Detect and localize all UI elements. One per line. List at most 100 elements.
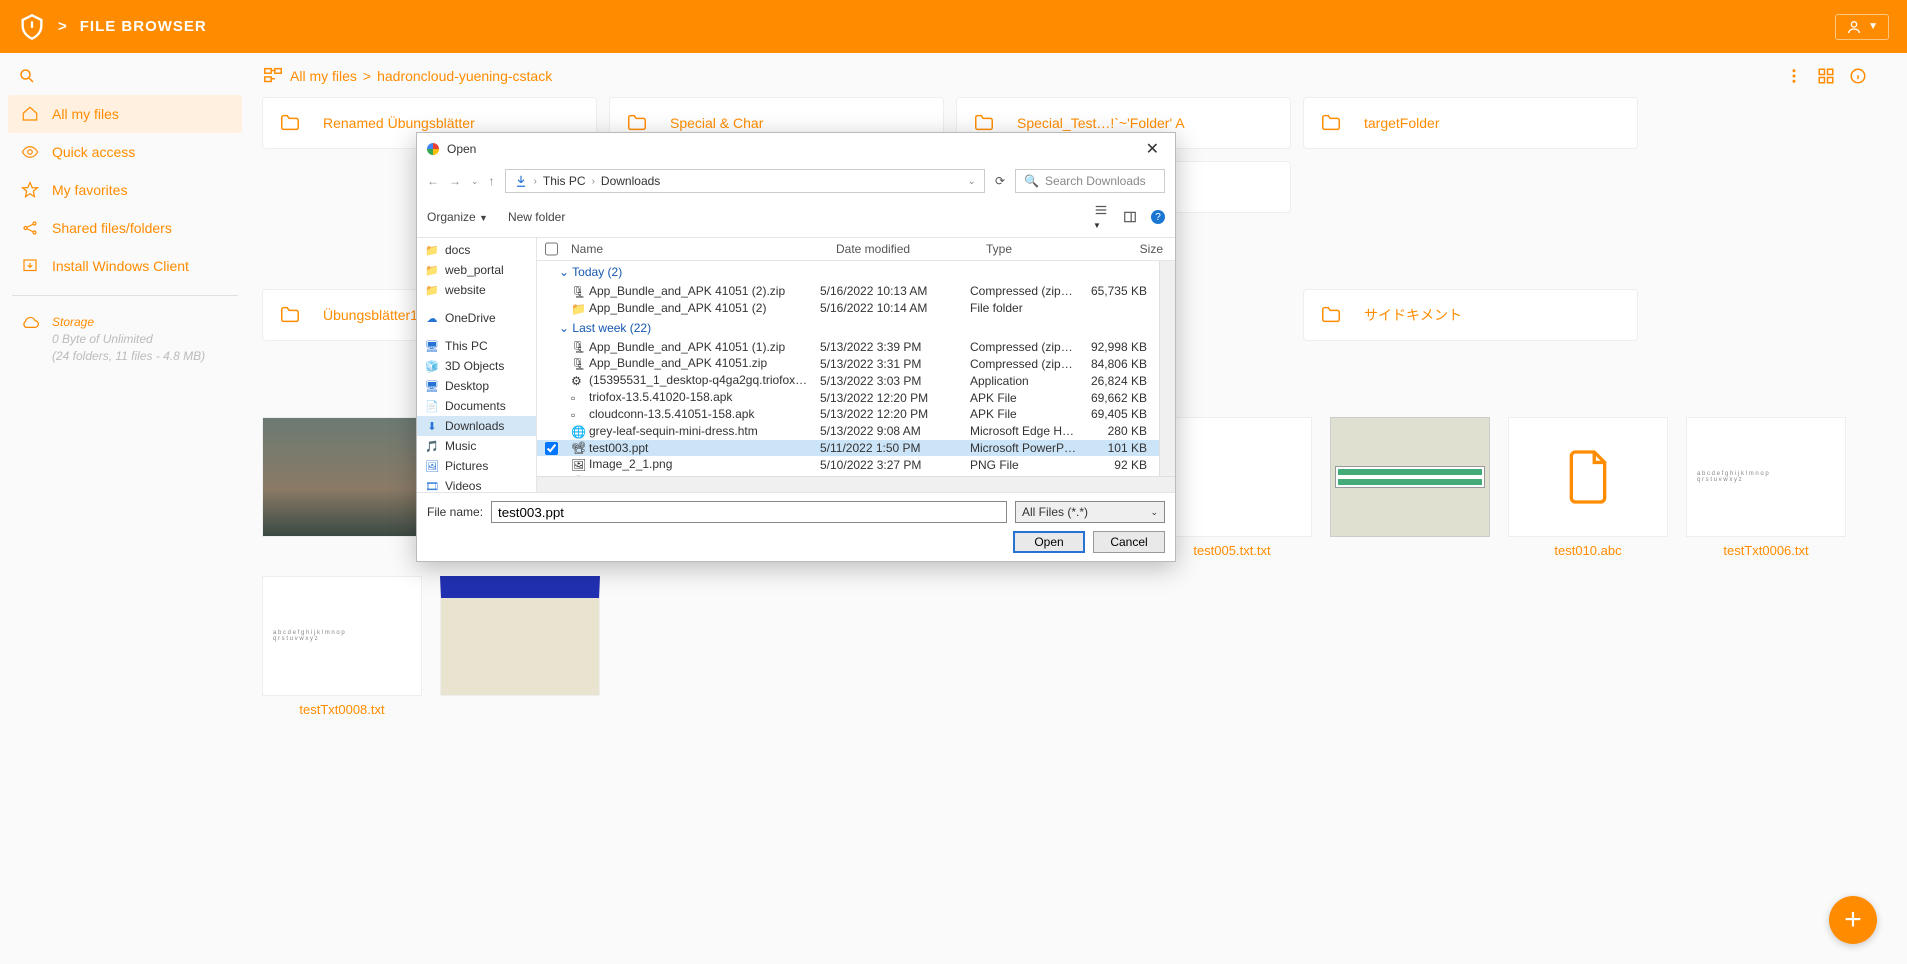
sidebar-item-label: Install Windows Client <box>52 258 189 274</box>
file-card[interactable] <box>440 576 600 717</box>
file-type-value: All Files (*.*) <box>1022 505 1088 519</box>
star-icon <box>20 181 40 199</box>
sidebar-item-install[interactable]: Install Windows Client <box>8 247 242 285</box>
tree-item[interactable]: 📁 website <box>417 280 536 300</box>
col-date[interactable]: Date modified <box>830 242 980 256</box>
list-row[interactable]: 🖼Image_2_1.png5/10/2022 3:27 PMPNG File9… <box>537 456 1159 473</box>
header-left: > FILE BROWSER <box>18 13 207 41</box>
tree-label: website <box>445 283 486 297</box>
open-button[interactable]: Open <box>1013 531 1085 553</box>
cloud-icon <box>20 314 40 334</box>
list-group-header[interactable]: Last week (22) <box>537 317 1159 339</box>
file-type-select[interactable]: All Files (*.*) ⌄ <box>1015 501 1165 523</box>
tree-item[interactable]: ☁OneDrive <box>417 308 536 328</box>
sidebar-item-eye[interactable]: Quick access <box>8 133 242 171</box>
list-row[interactable]: ▫triofox-13.5.41020-158.apk5/13/2022 12:… <box>537 389 1159 406</box>
grid-view-icon[interactable] <box>1817 67 1835 85</box>
tree-item[interactable]: 📄Documents <box>417 396 536 416</box>
tree-item[interactable]: 📁web_portal <box>417 260 536 280</box>
path-dropdown-icon[interactable]: ⌄ <box>968 176 976 187</box>
tree-item[interactable]: 🖥Desktop <box>417 376 536 396</box>
tree-item[interactable]: ⬇Downloads <box>417 416 536 436</box>
path-chev: › <box>592 176 595 187</box>
new-folder-button[interactable]: New folder <box>508 210 565 224</box>
tree-label: Music <box>445 439 476 453</box>
breadcrumb-root[interactable]: All my files <box>290 68 357 84</box>
file-name-input[interactable] <box>491 501 1007 523</box>
list-scrollbar[interactable] <box>1159 261 1175 476</box>
row-size: 65,735 KB <box>1084 284 1159 298</box>
nav-refresh-icon[interactable]: ⟳ <box>995 174 1005 188</box>
list-body[interactable]: Today (2)🗜App_Bundle_and_APK 41051 (2).z… <box>537 261 1159 476</box>
row-type: Compressed (zipped) F… <box>964 284 1084 298</box>
help-icon[interactable]: ? <box>1151 210 1165 224</box>
col-type[interactable]: Type <box>980 242 1100 256</box>
folder-name: サイドキメント <box>1364 305 1462 325</box>
folder-name: Special & Char <box>670 115 763 131</box>
tree-item[interactable]: 🧊3D Objects <box>417 356 536 376</box>
list-group-header[interactable]: Today (2) <box>537 261 1159 283</box>
list-row[interactable]: ⚙(15395531_1_desktop-q4ga2gq.triofox.io_… <box>537 372 1159 389</box>
col-size[interactable]: Size <box>1100 242 1175 256</box>
dialog-tree[interactable]: 📁docs📁web_portal 📁 website ☁OneDrive 🖥This P… <box>417 238 537 492</box>
list-row[interactable]: 📽test003.ppt5/11/2022 1:50 PMMicrosoft P… <box>537 440 1159 457</box>
music-icon: 🎵 <box>425 439 439 453</box>
sidebar-item-share[interactable]: Shared files/folders <box>8 209 242 247</box>
sidebar-search[interactable] <box>8 67 242 95</box>
list-row[interactable]: 📁App_Bundle_and_APK 41051 (2)5/16/2022 1… <box>537 300 1159 317</box>
sidebar-item-star[interactable]: My favorites <box>8 171 242 209</box>
organize-button[interactable]: Organize ▼ <box>427 210 488 224</box>
folder-icon: 📁 <box>425 283 439 297</box>
folder-tile[interactable]: targetFolder <box>1303 97 1638 149</box>
row-checkbox[interactable] <box>545 442 558 455</box>
tree-item[interactable]: 🎵 Music <box>417 436 536 456</box>
nav-up-icon[interactable]: ↑ <box>489 174 495 188</box>
col-check[interactable] <box>537 242 565 256</box>
list-hscroll[interactable] <box>537 476 1175 492</box>
tree-item[interactable]: 🖼Pictures <box>417 456 536 476</box>
file-card[interactable]: test010.abc <box>1508 417 1668 558</box>
sidebar-item-label: All my files <box>52 106 119 122</box>
nav-recent-icon[interactable]: ⌄ <box>471 176 479 187</box>
sidebar-item-home[interactable]: All my files <box>8 95 242 133</box>
row-date: 5/10/2022 3:27 PM <box>814 458 964 472</box>
nav-path[interactable]: › This PC › Downloads ⌄ <box>505 169 985 193</box>
more-icon[interactable] <box>1785 67 1803 85</box>
list-row[interactable]: 🗜App_Bundle_and_APK 41051.zip5/13/2022 3… <box>537 355 1159 372</box>
file-card[interactable]: a b c d e f g h i j k l m n o pq r s t u… <box>262 576 422 717</box>
file-icon: ▫ <box>571 408 585 422</box>
path-seg-1[interactable]: Downloads <box>601 174 660 188</box>
dialog-title: Open <box>447 142 476 156</box>
file-card[interactable] <box>1330 417 1490 558</box>
list-row[interactable]: ▫cloudconn-13.5.41051-158.apk5/13/2022 1… <box>537 406 1159 423</box>
nav-fwd-icon[interactable]: → <box>449 174 461 188</box>
row-type: Microsoft PowerPoint 9… <box>964 441 1084 455</box>
tree-item[interactable]: 🎞Videos <box>417 476 536 492</box>
cancel-button[interactable]: Cancel <box>1093 531 1165 553</box>
tree-item[interactable]: 🖥This PC <box>417 336 536 356</box>
folder-icon <box>971 112 997 134</box>
file-card[interactable]: a b c d e f g h i j k l m n o pq r s t u… <box>1686 417 1846 558</box>
path-seg-0[interactable]: This PC <box>543 174 586 188</box>
preview-pane-icon[interactable] <box>1123 210 1137 224</box>
select-all-checkbox[interactable] <box>545 242 558 256</box>
file-card[interactable] <box>262 417 422 558</box>
info-icon[interactable] <box>1849 67 1867 85</box>
folder-tile[interactable]: サイドキメント <box>1303 289 1638 341</box>
tree-item[interactable]: 📁docs <box>417 240 536 260</box>
add-fab[interactable]: + <box>1829 896 1877 944</box>
dialog-close-button[interactable]: ✕ <box>1140 139 1165 159</box>
list-row[interactable]: 🗜App_Bundle_and_APK 41051 (1).zip5/13/20… <box>537 339 1159 356</box>
user-menu-button[interactable]: ▼ <box>1835 14 1889 40</box>
storage-block: Storage 0 Byte of Unlimited (24 folders,… <box>8 306 242 372</box>
row-size: 69,662 KB <box>1084 391 1159 405</box>
row-type: PNG File <box>964 458 1084 472</box>
nav-search[interactable]: 🔍 Search Downloads <box>1015 169 1165 193</box>
col-name[interactable]: Name <box>565 242 830 256</box>
list-row[interactable]: 🌐grey-leaf-sequin-mini-dress.htm5/13/202… <box>537 423 1159 440</box>
nav-back-icon[interactable]: ← <box>427 174 439 188</box>
view-mode-icon[interactable]: ▼ <box>1093 203 1109 231</box>
list-row[interactable]: 🗜App_Bundle_and_APK 41051 (2).zip5/16/20… <box>537 283 1159 300</box>
file-card[interactable]: test005.txt.txt <box>1152 417 1312 558</box>
breadcrumb-current[interactable]: hadroncloud-yuening-cstack <box>377 68 552 84</box>
